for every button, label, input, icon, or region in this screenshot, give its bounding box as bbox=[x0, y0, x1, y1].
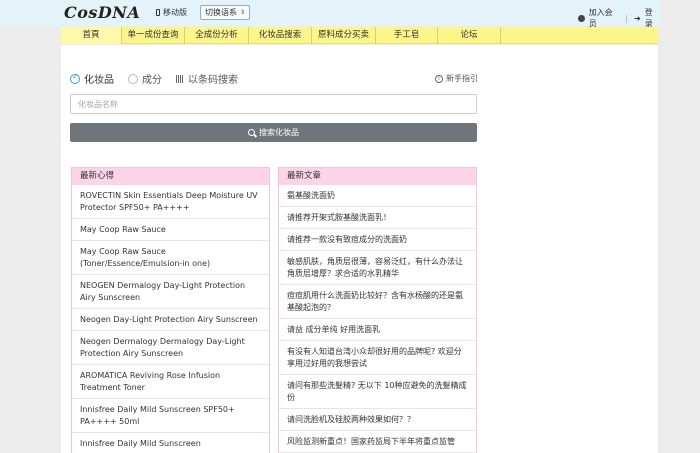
latest-articles-title: 最新文章 bbox=[279, 168, 476, 185]
join-link[interactable]: 加入会员 bbox=[589, 7, 620, 29]
option-barcode[interactable]: 以条码搜索 bbox=[176, 71, 238, 86]
search-type-options: 化妆品 成分 以条码搜索 bbox=[70, 71, 252, 86]
review-item[interactable]: Neogen Dermalogy Dermalogy Day-Light Pro… bbox=[72, 331, 269, 365]
article-item[interactable]: 请推荐开架式胺基酸洗面乳！ bbox=[279, 207, 476, 229]
radio-checked-icon[interactable] bbox=[70, 72, 80, 84]
mobile-version-link[interactable]: 移动版 bbox=[156, 7, 187, 18]
article-item[interactable]: 痘痘肌用什么洗面奶比较好？含有水杨酸的还是氨基酸起泡的？ bbox=[279, 285, 476, 319]
review-item[interactable]: NEOGEN Dermalogy Day-Light Protection Ai… bbox=[72, 275, 269, 309]
radio-icon[interactable] bbox=[128, 73, 138, 84]
divider: | bbox=[625, 13, 628, 23]
nav-item-full-analysis[interactable]: 全成份分析 bbox=[185, 27, 249, 44]
review-item[interactable]: Innisfree Daily Mild Sunscreen SPF50+ PA… bbox=[72, 399, 269, 433]
option-ingredient[interactable]: 成分 bbox=[128, 71, 162, 86]
info-icon: i bbox=[435, 74, 443, 83]
review-item[interactable]: Innisfree Daily Mild Sunscreen bbox=[72, 433, 269, 453]
latest-reviews-panel: 最新心得 ROVECTIN Skin Essentials Deep Moist… bbox=[71, 167, 270, 453]
cosmetic-search-input[interactable] bbox=[70, 94, 477, 114]
select-caret-icon: ⇕ bbox=[240, 8, 246, 16]
nav-item-forum[interactable]: 论坛 bbox=[438, 27, 501, 44]
barcode-icon bbox=[176, 74, 184, 83]
article-item[interactable]: 氨基酸洗面奶 bbox=[279, 185, 476, 207]
page: CosDNA 移动版 切换语系 ⇕ 加入会员 | ➜ 登录 首頁 单一成份查询 … bbox=[0, 0, 700, 453]
main-nav: 首頁 单一成份查询 全成份分析 化妆品搜索 原料成分买卖 手工皂 论坛 bbox=[61, 27, 658, 44]
article-item[interactable]: 有没有人知道台湾小众却很好用的品牌呢? 欢迎分享用过好用的我想尝试 bbox=[279, 341, 476, 375]
article-item[interactable]: 风险监测新重点！国家药监局下半年将重点监管 bbox=[279, 431, 476, 453]
option-cosmetics-label: 化妆品 bbox=[84, 75, 114, 86]
phone-icon bbox=[156, 9, 160, 16]
beginner-guide-label: 新手指引 bbox=[446, 74, 478, 83]
login-icon: ➜ bbox=[633, 13, 641, 23]
account-links: 加入会员 | ➜ 登录 bbox=[578, 7, 660, 29]
nav-item-ingredient-lookup[interactable]: 单一成份查询 bbox=[122, 27, 185, 44]
review-item[interactable]: May Coop Raw Sauce bbox=[72, 219, 269, 241]
article-item[interactable]: 请问洗脸机及硅胶两种效果如何？？ bbox=[279, 409, 476, 431]
review-item[interactable]: AROMATICA Reviving Rose Infusion Treatme… bbox=[72, 365, 269, 399]
top-bar: CosDNA 移动版 切换语系 ⇕ 加入会员 | ➜ 登录 bbox=[0, 0, 660, 29]
review-item[interactable]: May Coop Raw Sauce (Toner/Essence/Emulsi… bbox=[72, 241, 269, 275]
article-item[interactable]: 请问有那些洗髮精? 无以下 10种应避免的洗髮精成份 bbox=[279, 375, 476, 409]
beginner-guide-link[interactable]: i 新手指引 bbox=[435, 73, 478, 84]
search-button-label: 搜索化妆品 bbox=[259, 128, 299, 137]
mobile-version-label: 移动版 bbox=[163, 8, 187, 17]
search-cosmetics-button[interactable]: 搜索化妆品 bbox=[70, 123, 477, 142]
site-logo[interactable]: CosDNA bbox=[64, 4, 140, 22]
language-select[interactable]: 切换语系 ⇕ bbox=[200, 5, 251, 20]
nav-item-handmade-soap[interactable]: 手工皂 bbox=[376, 27, 438, 44]
search-icon bbox=[248, 129, 255, 136]
login-link[interactable]: 登录 bbox=[645, 7, 660, 29]
nav-item-cosmetic-search[interactable]: 化妆品搜索 bbox=[249, 27, 312, 44]
article-item[interactable]: 敏感肌肤，角质层很薄，容易泛红，有什么办法让角质层增厚？求合适的水乳精华 bbox=[279, 251, 476, 285]
article-item[interactable]: 请推荐一款没有致痘成分的洗面奶 bbox=[279, 229, 476, 251]
nav-item-raw-material-trade[interactable]: 原料成分买卖 bbox=[312, 27, 376, 44]
language-select-label: 切换语系 bbox=[205, 8, 237, 17]
latest-reviews-title: 最新心得 bbox=[72, 168, 269, 185]
review-item[interactable]: Neogen Day-Light Protection Airy Sunscre… bbox=[72, 309, 269, 331]
nav-item-home[interactable]: 首頁 bbox=[61, 27, 122, 44]
article-item[interactable]: 请益 成分单纯 好用洗面乳 bbox=[279, 319, 476, 341]
option-barcode-label: 以条码搜索 bbox=[188, 75, 238, 86]
option-ingredient-label: 成分 bbox=[142, 75, 162, 86]
review-item[interactable]: ROVECTIN Skin Essentials Deep Moisture U… bbox=[72, 185, 269, 219]
user-icon bbox=[578, 14, 585, 22]
latest-articles-panel: 最新文章 氨基酸洗面奶 请推荐开架式胺基酸洗面乳！ 请推荐一款没有致痘成分的洗面… bbox=[278, 167, 477, 453]
option-cosmetics[interactable]: 化妆品 bbox=[70, 71, 114, 86]
